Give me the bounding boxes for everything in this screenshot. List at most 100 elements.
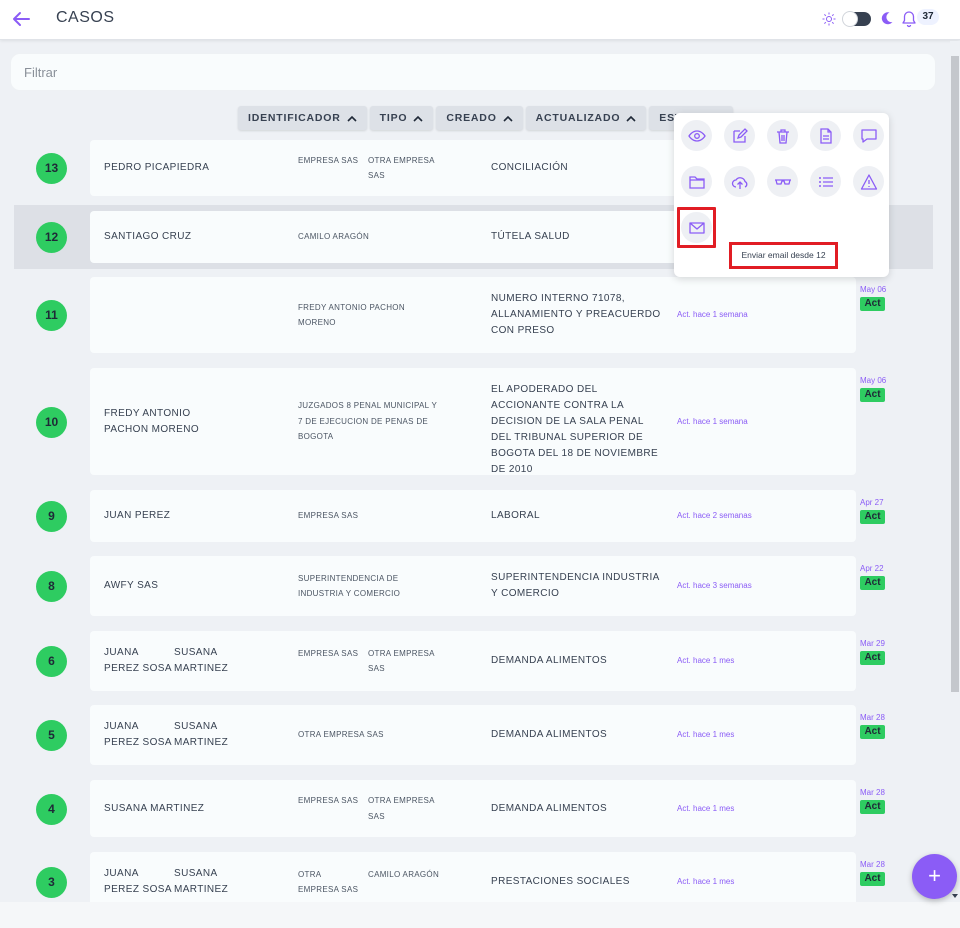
case-row[interactable]: 9 JUAN PEREZ EMPRESA SAS LABORAL Act. hace 2…	[0, 490, 950, 542]
sort-button-label: CREADO	[446, 112, 497, 124]
counterparty-2: OTRA EMPRESA SAS	[368, 648, 435, 674]
case-subject: EL APODERADO DEL ACCIONANTE CONTRA LA DE…	[491, 383, 659, 475]
counterparty: OTRA EMPRESA SAS CAMILO ARAGÓN	[298, 867, 439, 898]
chevron-up-icon	[347, 115, 357, 122]
case-subject: PRESTACIONES SOCIALES	[491, 876, 630, 887]
client-name: SANTIAGO CRUZ	[104, 229, 284, 245]
client-name: SUSANA MARTINEZ	[104, 801, 284, 817]
case-row[interactable]: 6 JUANA PEREZ SOSA SUSANA MARTINEZ EMPRESA …	[0, 631, 950, 691]
counterparty-1: EMPRESA SAS	[298, 648, 359, 658]
case-row[interactable]: 10 FREDY ANTONIO PACHON MORENO JUZGADOS 8 …	[0, 368, 950, 475]
client-name: AWFY SAS	[104, 578, 284, 594]
selection-highlight	[677, 207, 716, 248]
case-id-badge: 13	[36, 153, 67, 184]
client-name-1: SUSANA MARTINEZ	[104, 802, 205, 814]
folder-action-button[interactable]	[681, 166, 712, 197]
counterparty-2: CAMILO ARAGÓN	[368, 869, 440, 879]
sort-button-label: ACTUALIZADO	[535, 112, 621, 124]
folder-icon	[688, 175, 705, 189]
case-date: Mar 28	[860, 788, 885, 797]
client-name: JUANA PEREZ SOSA SUSANA MARTINEZ	[104, 645, 284, 677]
counterparty-1: CAMILO ARAGÓN	[298, 232, 370, 242]
add-case-button[interactable]: +	[912, 854, 957, 899]
counterparty-1: EMPRESA SAS	[298, 511, 359, 521]
case-subject: DEMANDA ALIMENTOS	[491, 655, 608, 666]
list-action-button[interactable]	[810, 166, 841, 197]
cloud-upload-icon	[731, 176, 747, 189]
chevron-up-icon	[413, 115, 423, 122]
sort-button-tipo[interactable]: TIPO	[369, 106, 434, 130]
case-id-badge: 10	[36, 406, 67, 438]
case-row[interactable]: 3 JUANA PEREZ SOSA SUSANA MARTINEZ OTRA EMP…	[0, 852, 950, 902]
eye-icon	[687, 129, 706, 142]
case-row[interactable]: 11 FREDY ANTONIO PACHON MORENO NUMERO INTE…	[0, 277, 950, 353]
list-icon	[818, 176, 833, 187]
chat-action-button[interactable]	[853, 120, 884, 151]
case-id-badge: 5	[36, 720, 67, 751]
case-date: May 06	[860, 376, 887, 385]
counterparty: JUZGADOS 8 PENAL MUNICIPAL Y 7 DE EJECUC…	[298, 398, 443, 445]
last-updated: Act. hace 1 mes	[677, 730, 735, 739]
email-tooltip: Enviar email desde 12	[729, 242, 838, 269]
glasses-action-button[interactable]	[767, 166, 798, 197]
document-action-button[interactable]	[810, 120, 841, 151]
sort-button-label: TIPO	[379, 112, 408, 124]
sort-button-identificador[interactable]: IDENTIFICADOR	[238, 106, 367, 130]
chevron-up-icon	[626, 115, 636, 122]
case-subject: NUMERO INTERNO 71078, ALLANAMIENTO Y PRE…	[491, 293, 661, 336]
client-name: JUANA PEREZ SOSA SUSANA MARTINEZ	[104, 719, 284, 751]
case-subject: DEMANDA ALIMENTOS	[491, 802, 608, 814]
counterparty-1: SUPERINTENDENCIA DE INDUSTRIA Y COMERCIO	[298, 573, 401, 599]
warning-icon	[860, 173, 877, 190]
case-subject: TÚTELA SALUD	[491, 231, 570, 242]
scroll-down-arrow-icon[interactable]	[951, 892, 959, 900]
status-badge: Act	[860, 651, 885, 665]
case-date: Mar 29	[860, 639, 885, 648]
edit-icon	[732, 127, 748, 143]
last-updated: Act. hace 2 semanas	[677, 511, 752, 520]
counterparty: CAMILO ARAGÓN	[298, 229, 418, 245]
client-name-2: SUSANA MARTINEZ	[174, 721, 229, 748]
case-row[interactable]: 5 JUANA PEREZ SOSA SUSANA MARTINEZ OTRA EMP…	[0, 705, 950, 765]
status-badge: Act	[860, 872, 885, 886]
sort-button-creado[interactable]: CREADO	[436, 106, 523, 130]
sort-bar: IDENTIFICADORTIPOCREADOACTUALIZADOESTADO	[238, 106, 734, 130]
case-id-badge: 3	[36, 867, 67, 898]
case-id-badge: 8	[36, 571, 67, 602]
sort-button-label: IDENTIFICADOR	[248, 112, 341, 124]
warning-action-button[interactable]	[853, 166, 884, 197]
trash-icon	[776, 128, 789, 144]
counterparty-2: OTRA EMPRESA SAS	[368, 155, 435, 181]
counterparty: EMPRESA SAS OTRA EMPRESA SAS	[298, 793, 434, 821]
counterparty-1: EMPRESA SAS	[298, 796, 359, 805]
case-row[interactable]: 4 SUSANA MARTINEZ EMPRESA SAS OTRA EMPRESA …	[0, 780, 950, 837]
edit-action-button[interactable]	[724, 120, 755, 151]
counterparty-1: EMPRESA SAS	[298, 155, 359, 165]
counterparty: OTRA EMPRESA SAS	[298, 727, 418, 743]
scrollbar-thumb[interactable]	[951, 56, 959, 692]
counterparty-1: OTRA EMPRESA SAS	[298, 730, 384, 740]
counterparty-1: JUZGADOS 8 PENAL MUNICIPAL Y 7 DE EJECUC…	[298, 401, 437, 442]
client-name-1: JUAN PEREZ	[104, 510, 171, 521]
chat-icon	[860, 128, 877, 143]
case-date: Mar 28	[860, 860, 885, 869]
last-updated: Act. hace 3 semanas	[677, 581, 752, 590]
client-name: FREDY ANTONIO PACHON MORENO	[104, 406, 234, 438]
counterparty: EMPRESA SAS	[298, 508, 418, 524]
case-id-badge: 6	[36, 646, 67, 677]
case-subject: LABORAL	[491, 510, 540, 521]
bottom-strip	[0, 902, 960, 928]
last-updated: Act. hace 1 semana	[677, 310, 748, 319]
last-updated: Act. hace 1 mes	[677, 877, 735, 886]
client-name-1: PEDRO PICAPIEDRA	[104, 162, 210, 173]
trash-action-button[interactable]	[767, 120, 798, 151]
case-date: Apr 22	[860, 564, 884, 573]
status-badge: Act	[860, 800, 885, 814]
case-id-badge: 11	[36, 300, 67, 331]
eye-action-button[interactable]	[681, 120, 712, 151]
sort-button-actualizado[interactable]: ACTUALIZADO	[525, 106, 647, 130]
cloud-upload-action-button[interactable]	[724, 166, 755, 197]
last-updated: Act. hace 1 mes	[677, 803, 735, 813]
case-id-badge: 9	[36, 501, 67, 532]
case-row[interactable]: 8 AWFY SAS SUPERINTENDENCIA DE INDUSTRIA Y…	[0, 556, 950, 616]
